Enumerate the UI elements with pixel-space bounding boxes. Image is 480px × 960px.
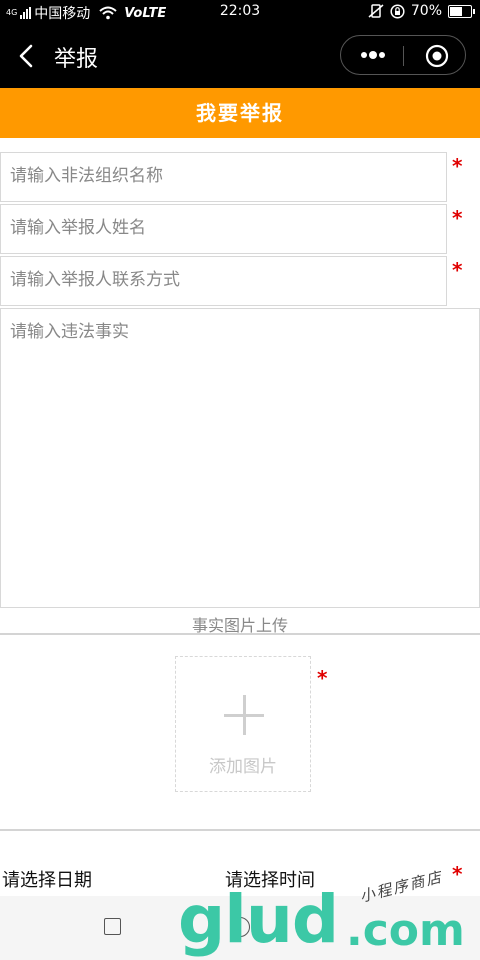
reporter-contact-input[interactable]: 请输入举报人联系方式	[0, 256, 447, 306]
more-dots-icon[interactable]	[359, 49, 387, 61]
capsule-divider	[403, 46, 404, 66]
back-icon[interactable]	[14, 42, 42, 70]
system-nav-bar	[0, 896, 480, 960]
battery-icon	[448, 4, 475, 18]
vibrate-icon	[368, 4, 384, 18]
add-photo-label: 添加图片	[209, 757, 277, 777]
required-mark: *	[452, 862, 463, 886]
required-mark: *	[452, 258, 463, 282]
plus-icon	[224, 695, 264, 735]
clock: 22:03	[219, 3, 261, 19]
report-banner: 我要举报	[0, 88, 480, 138]
date-picker[interactable]: 请选择日期	[2, 866, 92, 892]
battery-percent: 70%	[410, 3, 442, 19]
home-icon[interactable]	[230, 917, 250, 937]
required-mark: *	[452, 206, 463, 230]
divider	[0, 829, 480, 831]
reporter-name-input[interactable]: 请输入举报人姓名	[0, 204, 447, 254]
status-bar: 4G 中国移动 VoLTE 22:03 70%	[0, 0, 480, 24]
mini-program-capsule	[340, 35, 466, 75]
nav-bar: 举报	[0, 24, 480, 88]
recent-apps-icon[interactable]	[104, 918, 121, 935]
org-name-input[interactable]: 请输入非法组织名称	[0, 152, 447, 202]
page-title: 举报	[54, 47, 99, 72]
facts-textarea[interactable]: 请输入违法事实	[0, 308, 480, 608]
time-picker[interactable]: 请选择时间	[225, 866, 315, 892]
required-mark: *	[317, 666, 328, 690]
divider	[0, 633, 480, 635]
close-target-icon[interactable]	[425, 44, 449, 68]
lock-rotation-icon	[390, 3, 405, 19]
add-photo-button[interactable]: 添加图片	[175, 656, 311, 792]
required-mark: *	[452, 154, 463, 178]
